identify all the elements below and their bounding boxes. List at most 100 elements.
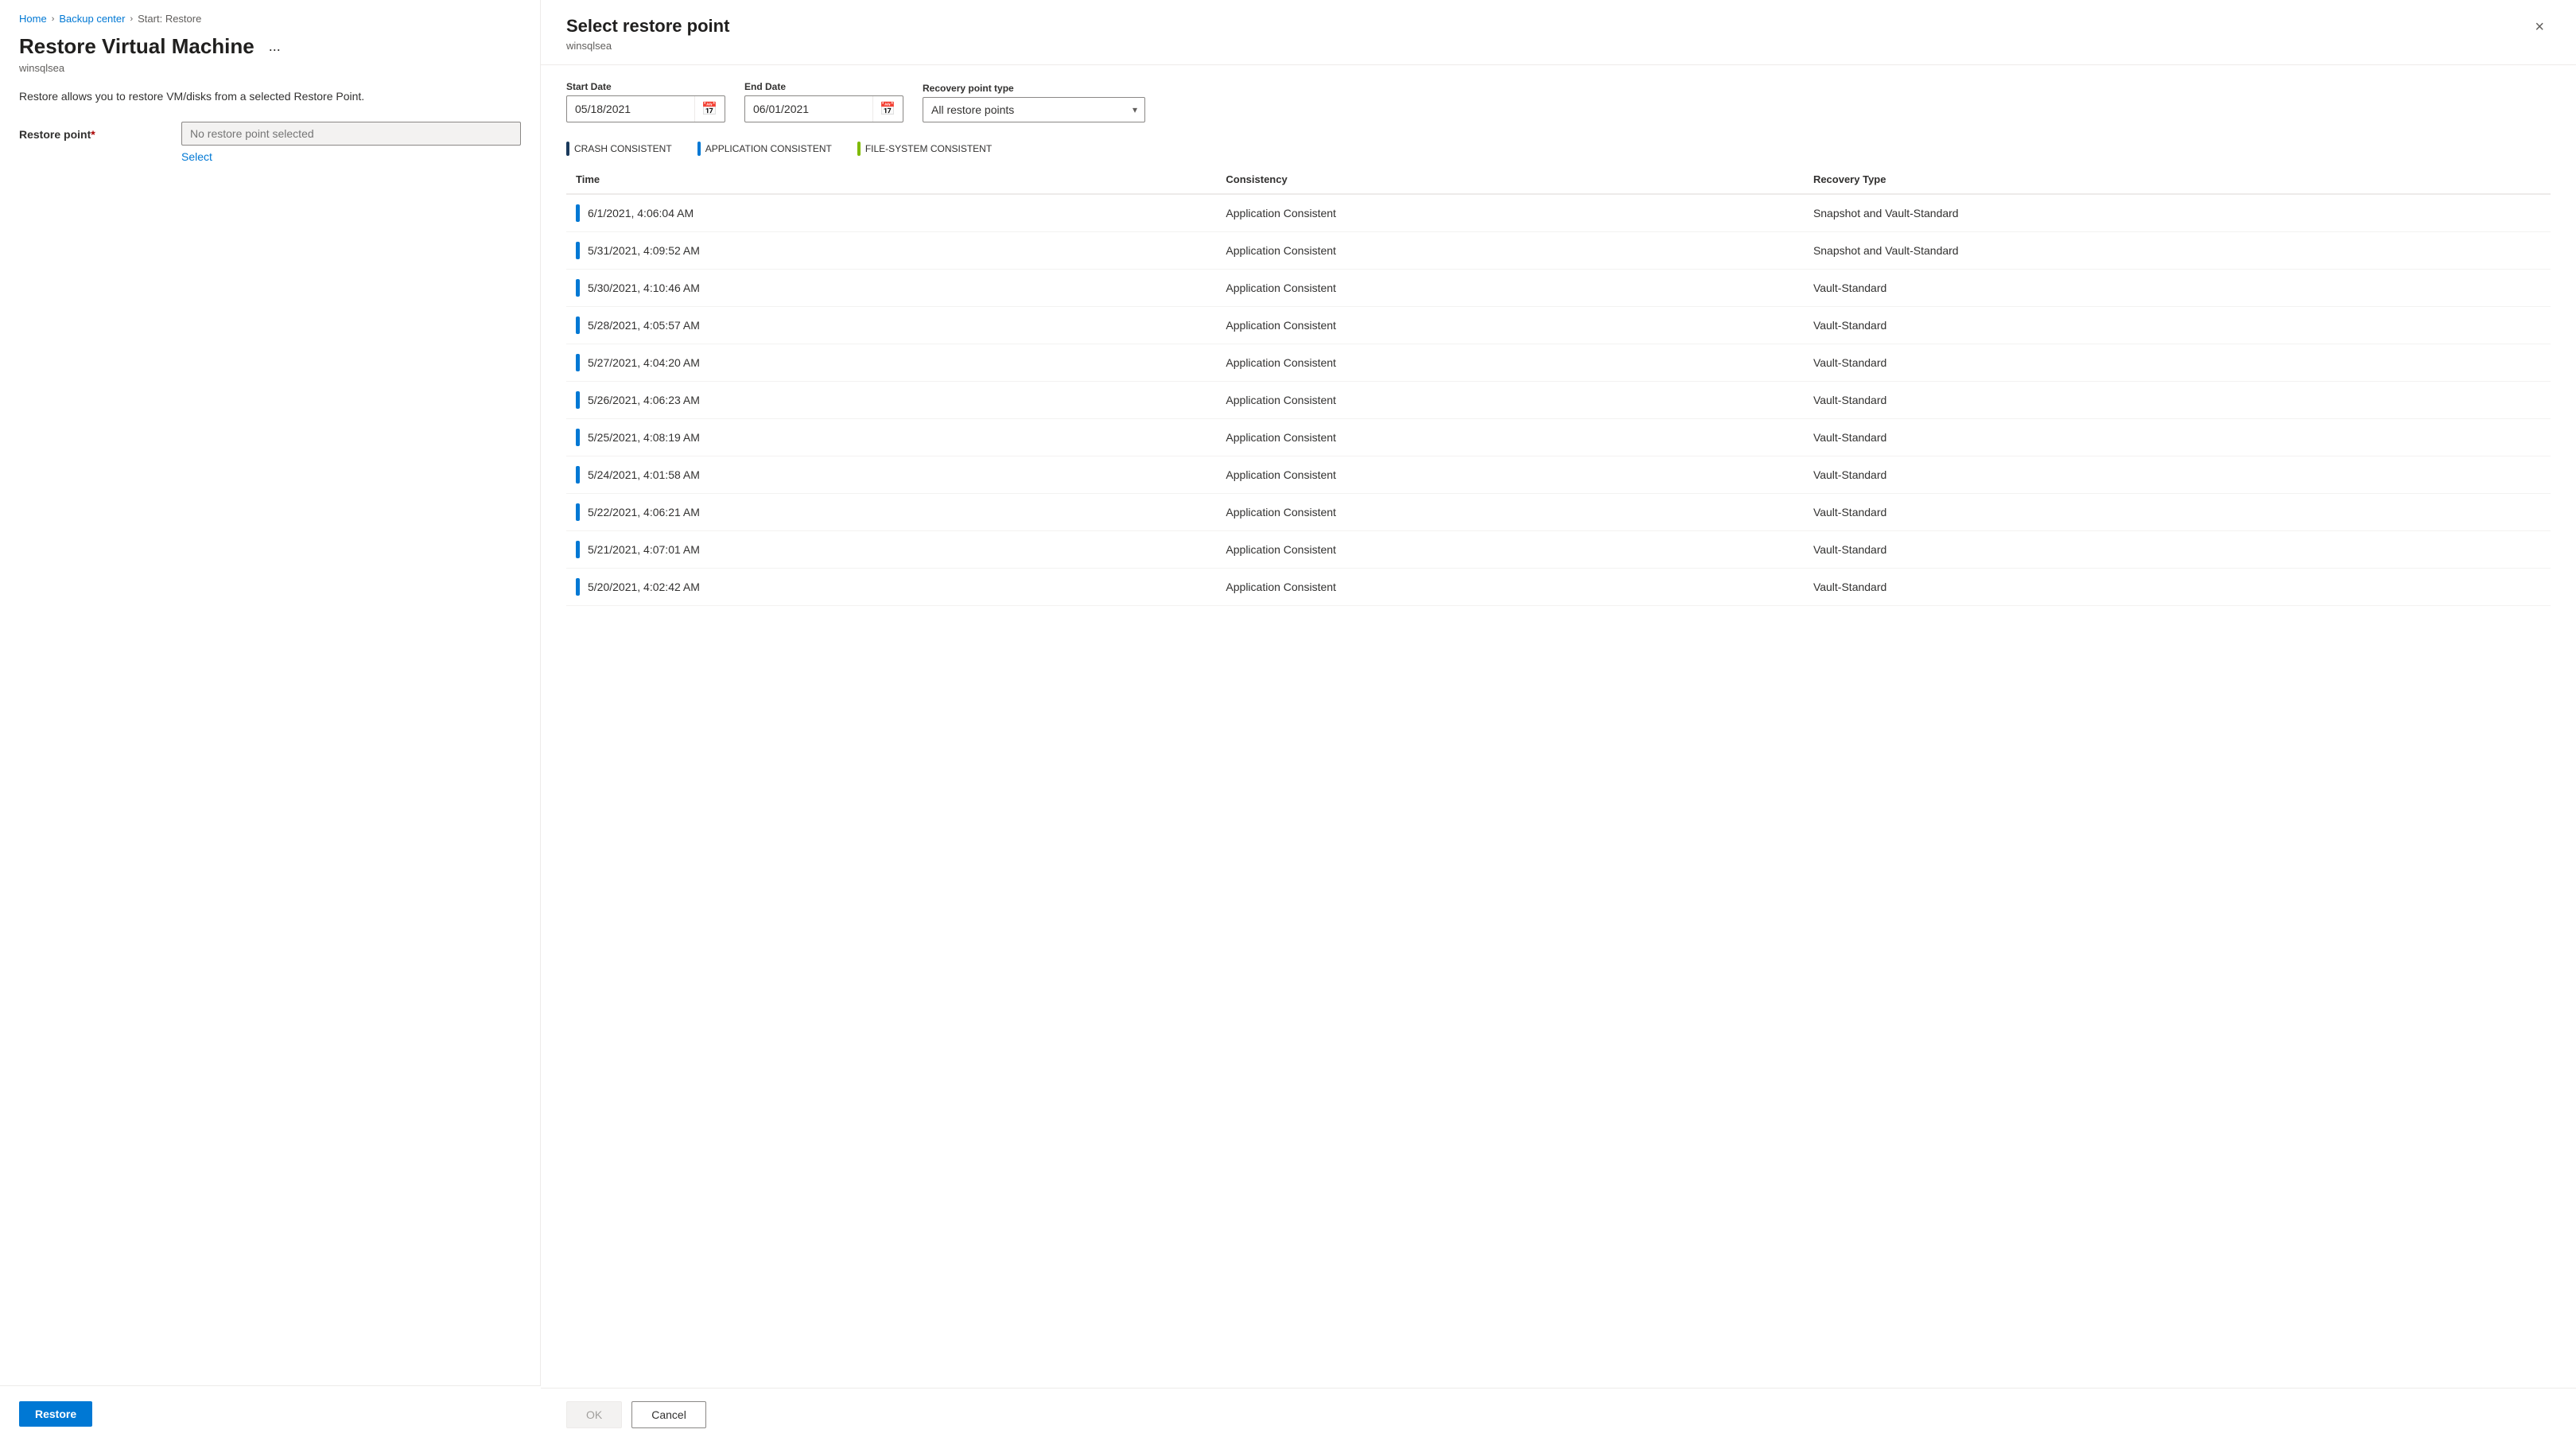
- time-text: 6/1/2021, 4:06:04 AM: [588, 207, 694, 219]
- time-text: 5/21/2021, 4:07:01 AM: [588, 543, 700, 556]
- page-title: Restore Virtual Machine: [19, 34, 254, 59]
- end-date-calendar-button[interactable]: 📅: [872, 96, 902, 122]
- cell-time: 5/25/2021, 4:08:19 AM: [566, 419, 1216, 456]
- legend-app-consistent: APPLICATION CONSISTENT: [697, 142, 832, 156]
- restore-button[interactable]: Restore: [19, 1401, 92, 1427]
- start-date-calendar-button[interactable]: 📅: [694, 96, 724, 122]
- left-panel: Home › Backup center › Start: Restore Re…: [0, 0, 541, 1441]
- cell-recovery-type: Vault-Standard: [1804, 307, 2551, 344]
- modal-filters: Start Date 📅 End Date 📅 Recovery point t…: [541, 65, 2576, 138]
- cell-consistency: Application Consistent: [1216, 456, 1804, 494]
- row-indicator-bar: [576, 503, 580, 521]
- fs-consistent-label: FILE-SYSTEM CONSISTENT: [865, 143, 992, 154]
- more-options-button[interactable]: ...: [264, 37, 286, 56]
- cell-consistency: Application Consistent: [1216, 307, 1804, 344]
- page-title-row: Restore Virtual Machine ...: [0, 31, 540, 60]
- table-row[interactable]: 5/24/2021, 4:01:58 AMApplication Consist…: [566, 456, 2551, 494]
- col-time: Time: [566, 165, 1216, 194]
- recovery-type-filter: Recovery point type All restore points C…: [923, 83, 1145, 122]
- cell-consistency: Application Consistent: [1216, 569, 1804, 606]
- modal-title-group: Select restore point winsqlsea: [566, 16, 729, 52]
- row-indicator-bar: [576, 317, 580, 334]
- cell-time: 5/24/2021, 4:01:58 AM: [566, 456, 1216, 494]
- time-text: 5/31/2021, 4:09:52 AM: [588, 244, 700, 257]
- col-recovery-type: Recovery Type: [1804, 165, 2551, 194]
- cell-time: 5/26/2021, 4:06:23 AM: [566, 382, 1216, 419]
- modal-title: Select restore point: [566, 16, 729, 37]
- recovery-type-select[interactable]: All restore points Crash Consistent Appl…: [923, 97, 1145, 122]
- cell-time: 5/28/2021, 4:05:57 AM: [566, 307, 1216, 344]
- time-text: 5/28/2021, 4:05:57 AM: [588, 319, 700, 332]
- table-header: Time Consistency Recovery Type: [566, 165, 2551, 194]
- row-indicator-bar: [576, 279, 580, 297]
- time-text: 5/26/2021, 4:06:23 AM: [588, 394, 700, 406]
- ok-button[interactable]: OK: [566, 1401, 622, 1428]
- row-indicator-bar: [576, 429, 580, 446]
- restore-points-table-wrap: Time Consistency Recovery Type 6/1/2021,…: [541, 165, 2576, 1388]
- cell-consistency: Application Consistent: [1216, 494, 1804, 531]
- table-row[interactable]: 5/20/2021, 4:02:42 AM Application Consist…: [566, 569, 2551, 606]
- cell-consistency: Application Consistent: [1216, 194, 1804, 232]
- cell-consistency: Application Consistent: [1216, 382, 1804, 419]
- start-date-filter: Start Date 📅: [566, 81, 725, 122]
- crash-consistent-bar: [566, 142, 569, 156]
- cell-consistency: Application Consistent: [1216, 344, 1804, 382]
- cell-recovery-type: Vault-Standard: [1804, 419, 2551, 456]
- restore-point-input[interactable]: [181, 122, 521, 146]
- fs-consistent-bar: [857, 142, 861, 156]
- row-indicator-bar: [576, 578, 580, 596]
- legend-row: CRASH CONSISTENT APPLICATION CONSISTENT …: [541, 138, 2576, 165]
- legend-fs-consistent: FILE-SYSTEM CONSISTENT: [857, 142, 992, 156]
- cell-recovery-type: Vault-Standard: [1804, 569, 2551, 606]
- legend-crash-consistent: CRASH CONSISTENT: [566, 142, 672, 156]
- cancel-button[interactable]: Cancel: [631, 1401, 706, 1428]
- table-row[interactable]: 5/26/2021, 4:06:23 AM Application Consist…: [566, 382, 2551, 419]
- table-row[interactable]: 5/25/2021, 4:08:19 AMApplication Consist…: [566, 419, 2551, 456]
- start-date-input[interactable]: [567, 98, 694, 120]
- table-row[interactable]: 5/21/2021, 4:07:01 AMApplication Consist…: [566, 531, 2551, 569]
- table-row[interactable]: 5/31/2021, 4:09:52 AM Application Consist…: [566, 232, 2551, 270]
- breadcrumb-sep2: ›: [130, 14, 133, 24]
- row-indicator-bar: [576, 541, 580, 558]
- crash-consistent-label: CRASH CONSISTENT: [574, 143, 672, 154]
- end-date-filter: End Date 📅: [744, 81, 903, 122]
- cell-recovery-type: Vault-Standard: [1804, 456, 2551, 494]
- cell-recovery-type: Snapshot and Vault-Standard: [1804, 232, 2551, 270]
- recovery-type-label: Recovery point type: [923, 83, 1145, 94]
- table-row[interactable]: 5/28/2021, 4:05:57 AM Application Consist…: [566, 307, 2551, 344]
- table-row[interactable]: 6/1/2021, 4:06:04 AM Application Consiste…: [566, 194, 2551, 232]
- description-text: Restore allows you to restore VM/disks f…: [0, 90, 540, 122]
- modal-footer: OK Cancel: [541, 1388, 2576, 1441]
- recovery-type-select-wrap: All restore points Crash Consistent Appl…: [923, 97, 1145, 122]
- end-date-input[interactable]: [745, 98, 872, 120]
- time-text: 5/20/2021, 4:02:42 AM: [588, 581, 700, 593]
- cell-time: 5/27/2021, 4:04:20 AM: [566, 344, 1216, 382]
- select-link[interactable]: Select: [181, 150, 521, 163]
- breadcrumb-backup-center[interactable]: Backup center: [59, 13, 125, 25]
- cell-time: 6/1/2021, 4:06:04 AM: [566, 194, 1216, 232]
- breadcrumb-home[interactable]: Home: [19, 13, 47, 25]
- cell-consistency: Application Consistent: [1216, 232, 1804, 270]
- table-body: 6/1/2021, 4:06:04 AM Application Consiste…: [566, 194, 2551, 606]
- table-row[interactable]: 5/27/2021, 4:04:20 AM Application Consist…: [566, 344, 2551, 382]
- time-text: 5/30/2021, 4:10:46 AM: [588, 282, 700, 294]
- cell-time: 5/21/2021, 4:07:01 AM: [566, 531, 1216, 569]
- end-date-label: End Date: [744, 81, 903, 92]
- row-indicator-bar: [576, 391, 580, 409]
- restore-point-form: Restore point* Select: [0, 122, 540, 163]
- vm-name-subtitle: winsqlsea: [0, 60, 540, 90]
- restore-point-label: Restore point*: [19, 122, 162, 141]
- time-text: 5/22/2021, 4:06:21 AM: [588, 506, 700, 519]
- cell-recovery-type: Vault-Standard: [1804, 344, 2551, 382]
- modal-header: Select restore point winsqlsea ×: [541, 0, 2576, 65]
- modal-close-button[interactable]: ×: [2528, 16, 2551, 38]
- table-row[interactable]: 5/22/2021, 4:06:21 AM Application Consist…: [566, 494, 2551, 531]
- cell-time: 5/31/2021, 4:09:52 AM: [566, 232, 1216, 270]
- breadcrumb-current: Start: Restore: [138, 13, 201, 25]
- time-text: 5/27/2021, 4:04:20 AM: [588, 356, 700, 369]
- cell-time: 5/30/2021, 4:10:46 AM: [566, 270, 1216, 307]
- restore-points-table: Time Consistency Recovery Type 6/1/2021,…: [566, 165, 2551, 606]
- breadcrumb: Home › Backup center › Start: Restore: [0, 0, 540, 31]
- row-indicator-bar: [576, 466, 580, 484]
- table-row[interactable]: 5/30/2021, 4:10:46 AMApplication Consist…: [566, 270, 2551, 307]
